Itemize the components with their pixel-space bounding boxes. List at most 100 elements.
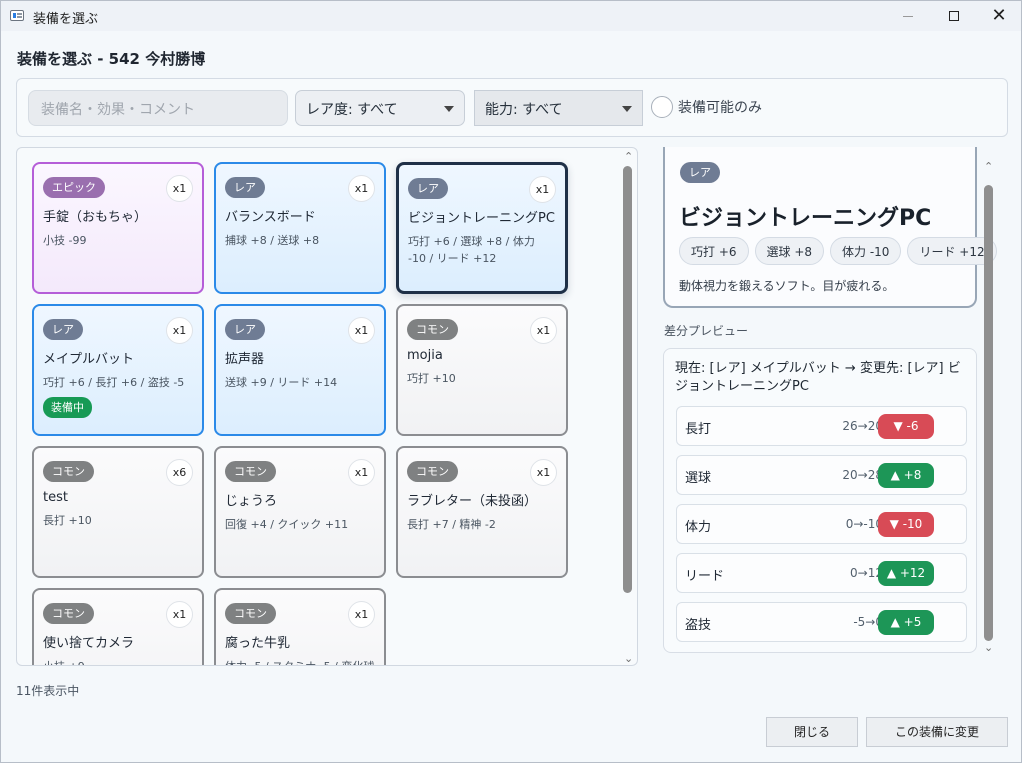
increase-delta-badge: ▲ +12 <box>878 561 934 586</box>
equipment-name: test <box>43 490 68 505</box>
equipped-badge: 装備中 <box>43 397 92 418</box>
equipment-effect: 長打 +10 <box>43 514 92 527</box>
equipment-card[interactable]: レア x1 拡声器 送球 +9 / リード +14 <box>214 304 386 436</box>
minimize-icon <box>903 15 913 17</box>
scroll-down-icon[interactable]: ⌄ <box>624 653 633 664</box>
diff-stat-name: 長打 <box>685 422 712 437</box>
diff-stat-values: -5→0 <box>853 615 883 629</box>
equipment-effect: 長打 +7 / 精神 -2 <box>407 518 496 531</box>
equipment-card[interactable]: レア x1 バランスボード 捕球 +8 / 送球 +8 <box>214 162 386 294</box>
equipment-name: ラブレター（未投函） <box>407 494 538 509</box>
equipment-effect: 捕球 +8 / 送球 +8 <box>225 234 320 247</box>
close-button[interactable]: 閉じる <box>766 717 858 747</box>
quantity-badge: x1 <box>348 601 375 628</box>
decrease-delta-badge: ▼ -10 <box>878 512 934 537</box>
minimize-button[interactable] <box>885 1 931 31</box>
rarity-select[interactable]: レア度: すべて <box>295 90 465 126</box>
filter-bar: 装備名・効果・コメント レア度: すべて 能力: すべて 装備可能のみ <box>16 78 1008 137</box>
detail-description: 動体視力を鍛えるソフト。目が疲れる。 <box>679 279 895 293</box>
quantity-badge: x1 <box>348 175 375 202</box>
rarity-badge: レア <box>43 319 83 340</box>
quantity-badge: x6 <box>166 459 193 486</box>
diff-stat-values: 0→-10 <box>845 517 883 531</box>
scroll-up-icon[interactable]: ⌃ <box>984 161 993 172</box>
rarity-badge: コモン <box>225 603 276 624</box>
equipment-name: バランスボード <box>225 210 316 225</box>
quantity-badge: x1 <box>530 459 557 486</box>
rarity-badge: コモン <box>43 461 94 482</box>
equipment-effect: 送球 +9 / リード +14 <box>225 376 338 389</box>
diff-stat-name: 盗技 <box>685 618 712 633</box>
grid-scrollbar-thumb[interactable] <box>623 166 632 593</box>
diff-preview-label: 差分プレビュー <box>664 324 749 338</box>
rarity-badge: レア <box>225 177 265 198</box>
equipment-card[interactable]: コモン x1 ラブレター（未投函） 長打 +7 / 精神 -2 <box>396 446 568 578</box>
equipment-effect: 回復 +4 / クイック +11 <box>225 518 349 531</box>
equipment-card[interactable]: レア x1 メイプルバット巧打 +6 / 長打 +6 / 盗技 -5 装備中 <box>32 304 204 436</box>
quantity-badge: x1 <box>166 317 193 344</box>
equipment-name: 拡声器 <box>225 352 265 367</box>
equippable-only-checkbox[interactable] <box>651 96 673 118</box>
equipment-card[interactable]: レア x1 ビジョントレーニングPC 巧打 +6 / 選球 +8 / 体力 -10 /… <box>396 162 568 294</box>
diff-row: リード 0→12 ▲ +12 <box>676 553 967 593</box>
equipment-card[interactable]: コモン x6 test 長打 +10 <box>32 446 204 578</box>
equipment-card[interactable]: コモン x1 腐った牛乳体力 -5 / スタミナ -5 / 変化球 <box>214 588 386 665</box>
diff-row: 盗技 -5→0 ▲ +5 <box>676 602 967 642</box>
increase-delta-badge: ▲ +5 <box>878 610 934 635</box>
maximize-button[interactable] <box>931 1 977 31</box>
ability-select-value: 能力: すべて <box>485 102 563 118</box>
equipment-name: 腐った牛乳 <box>225 636 291 651</box>
equipment-effect: 巧打 +6 / 長打 +6 / 盗技 -5 <box>43 376 185 389</box>
quantity-badge: x1 <box>348 459 375 486</box>
stat-chip: 選球 +8 <box>754 237 825 265</box>
equipment-name: じょうろ <box>225 494 278 509</box>
detail-rarity-badge: レア <box>680 162 720 183</box>
equipment-effect: 巧打 +10 <box>407 372 456 385</box>
equipment-name: ビジョントレーニングPC <box>408 211 555 226</box>
detail-name: ビジョントレーニングPC <box>679 206 932 231</box>
diff-row: 長打 26→20 ▼ -6 <box>676 406 967 446</box>
detail-scrollbar-thumb[interactable] <box>984 185 993 641</box>
titlebar: 装備を選ぶ ✕ <box>1 1 1021 31</box>
equipment-effect: 巧打 +6 / 選球 +8 / 体力 -10 / リード +12 <box>408 235 535 265</box>
quantity-badge: x1 <box>166 601 193 628</box>
scroll-up-icon[interactable]: ⌃ <box>624 151 633 162</box>
equipment-card[interactable]: エピック x1 手錠（おもちゃ） 小技 -99 <box>32 162 204 294</box>
search-input[interactable]: 装備名・効果・コメント <box>28 90 288 126</box>
diff-preview-panel: 現在: [レア] メイプルバット → 変更先: [レア] ビジョントレーニングP… <box>663 348 977 653</box>
equipment-grid-panel: エピック x1 手錠（おもちゃ） 小技 -99 レア x1 バランスボード 捕球 +8 / 送… <box>16 147 638 666</box>
stat-chip: 巧打 +6 <box>679 237 749 265</box>
diff-stat-values: 0→12 <box>850 566 883 580</box>
close-icon: ✕ <box>991 5 1007 26</box>
rarity-badge: コモン <box>407 461 458 482</box>
close-window-button[interactable]: ✕ <box>976 1 1021 31</box>
dialog-title: 装備を選ぶ - 542 今村勝博 <box>17 50 206 68</box>
rarity-badge: レア <box>225 319 265 340</box>
quantity-badge: x1 <box>166 175 193 202</box>
diff-stat-name: 体力 <box>685 520 712 535</box>
chevron-down-icon <box>444 106 454 112</box>
rarity-badge: コモン <box>407 319 458 340</box>
equipment-card[interactable]: コモン x1 使い捨てカメラ小技 +9 <box>32 588 204 665</box>
diff-row: 選球 20→28 ▲ +8 <box>676 455 967 495</box>
diff-stat-name: 選球 <box>685 471 712 486</box>
scroll-down-icon[interactable]: ⌄ <box>984 642 993 653</box>
app-icon <box>10 10 24 21</box>
equipment-effect: 小技 +9 <box>43 658 193 665</box>
window-title: 装備を選ぶ <box>33 12 99 27</box>
ability-select[interactable]: 能力: すべて <box>474 90 643 126</box>
equipment-card[interactable]: コモン x1 mojia 巧打 +10 <box>396 304 568 436</box>
equipment-card[interactable]: コモン x1 じょうろ 回復 +4 / クイック +11 <box>214 446 386 578</box>
equipment-name: mojia <box>407 348 443 363</box>
equipment-effect: 体力 -5 / スタミナ -5 / 変化球 <box>225 658 375 665</box>
stat-chip: 体力 -10 <box>830 237 902 265</box>
quantity-badge: x1 <box>530 317 557 344</box>
selected-equipment-detail: レア ビジョントレーニングPC 巧打 +6 選球 +8 体力 -10 リード +… <box>663 147 997 308</box>
change-equipment-button[interactable]: この装備に変更 <box>866 717 1008 747</box>
rarity-badge: レア <box>408 178 448 199</box>
result-count: 11件表示中 <box>16 684 80 698</box>
diff-stat-values: 20→28 <box>842 468 883 482</box>
equipment-name: メイプルバット <box>43 352 135 367</box>
rarity-badge: コモン <box>43 603 94 624</box>
decrease-delta-badge: ▼ -6 <box>878 414 934 439</box>
